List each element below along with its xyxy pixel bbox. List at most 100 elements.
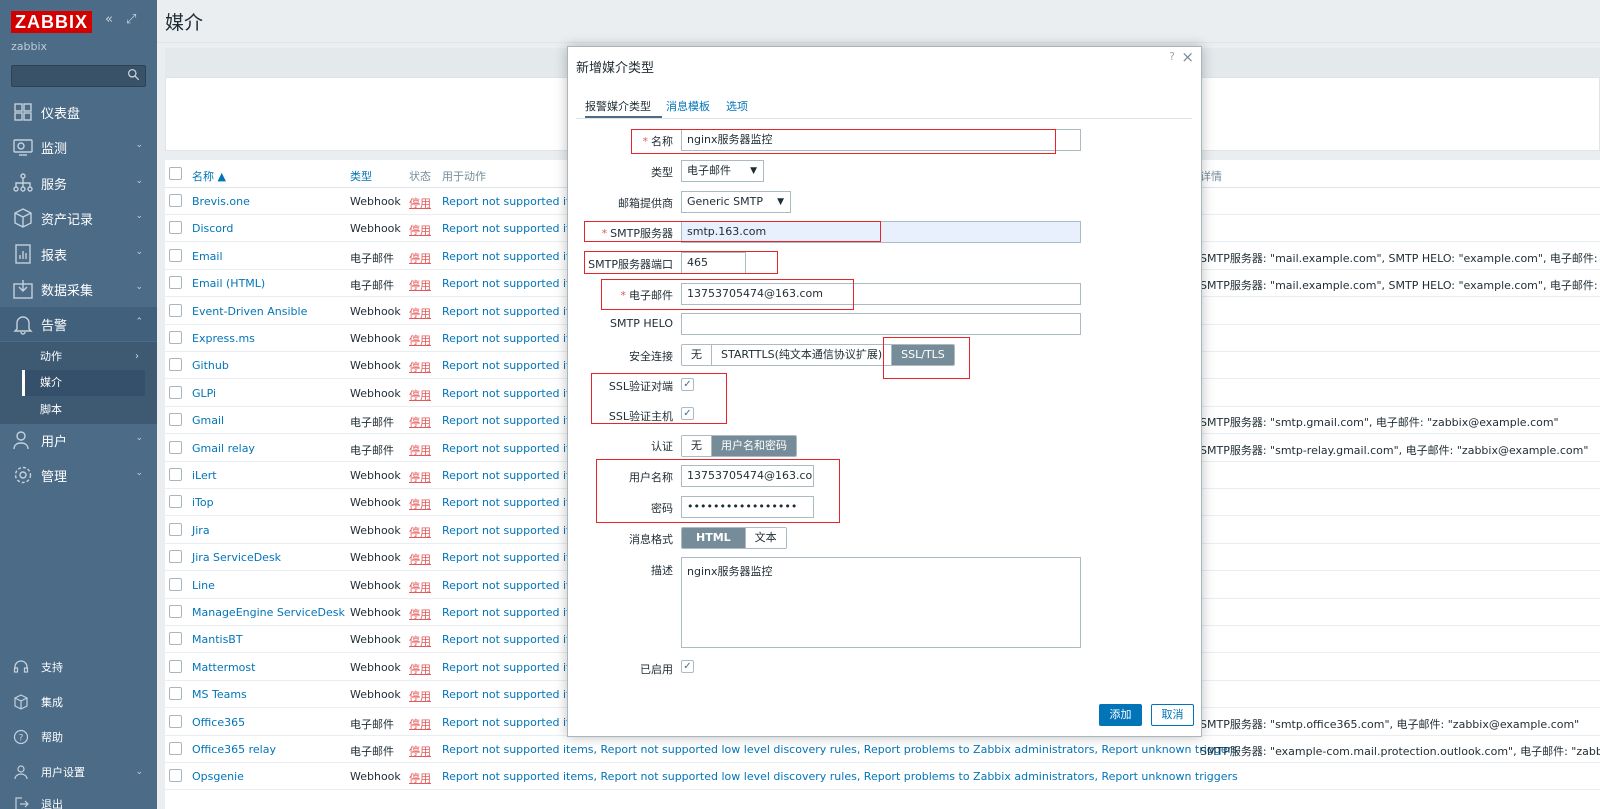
row-checkbox[interactable] — [169, 550, 182, 564]
row-checkbox[interactable] — [169, 522, 182, 536]
status-link[interactable]: 停用 — [409, 688, 431, 704]
add-button[interactable]: 添加 — [1099, 704, 1142, 726]
status-link[interactable]: 停用 — [409, 579, 431, 595]
tab-options[interactable]: 选项 — [726, 98, 748, 114]
menu-reports[interactable]: 报表 ⌄ — [0, 237, 157, 271]
row-checkbox[interactable] — [169, 358, 182, 372]
cancel-button[interactable]: 取消 — [1151, 704, 1194, 726]
actions-link[interactable]: Report not supported item — [442, 716, 588, 729]
row-checkbox[interactable] — [169, 742, 182, 755]
status-link[interactable]: 停用 — [409, 277, 431, 293]
help-icon[interactable]: ? — [1169, 50, 1175, 63]
status-link[interactable]: 停用 — [409, 222, 431, 238]
actions-link[interactable]: Report not supported item — [442, 277, 588, 290]
row-checkbox[interactable] — [169, 714, 182, 728]
column-header-type[interactable]: 类型 — [350, 168, 372, 184]
sidebar-search-input[interactable] — [11, 65, 146, 87]
row-checkbox[interactable] — [169, 303, 182, 317]
media-name-link[interactable]: Mattermost — [192, 661, 255, 674]
row-checkbox[interactable] — [169, 769, 182, 783]
enabled-checkbox[interactable]: ✓ — [681, 660, 694, 673]
row-checkbox[interactable] — [169, 194, 182, 207]
zabbix-logo[interactable]: ZABBIX — [11, 11, 92, 33]
media-name-link[interactable]: Email — [192, 250, 223, 263]
media-name-link[interactable]: ManageEngine ServiceDesk — [192, 606, 345, 619]
media-name-link[interactable]: GLPi — [192, 387, 216, 400]
auth-option-username-password[interactable]: 用户名和密码 — [712, 436, 796, 456]
actions-link[interactable]: Report not supported item — [442, 222, 588, 235]
media-name-link[interactable]: iTop — [192, 496, 214, 509]
actions-link[interactable]: Report not supported item — [442, 579, 588, 592]
media-name-link[interactable]: Discord — [192, 222, 233, 235]
menu-services[interactable]: 服务 ⌄ — [0, 166, 157, 200]
status-link[interactable]: 停用 — [409, 661, 431, 677]
status-link[interactable]: 停用 — [409, 414, 431, 430]
actions-link[interactable]: Report not supported item — [442, 688, 588, 701]
actions-link[interactable]: Report not supported item — [442, 496, 588, 509]
menu-users[interactable]: 用户 ⌄ — [0, 423, 157, 457]
security-option-none[interactable]: 无 — [682, 345, 712, 365]
media-name-link[interactable]: Event-Driven Ansible — [192, 305, 307, 318]
media-name-link[interactable]: Jira ServiceDesk — [192, 551, 281, 564]
security-option-starttls[interactable]: STARTTLS(纯文本通信协议扩展) — [712, 345, 893, 365]
actions-link[interactable]: Report not supported item — [442, 606, 588, 619]
row-checkbox[interactable] — [169, 468, 182, 481]
media-name-link[interactable]: Express.ms — [192, 332, 255, 345]
status-link[interactable]: 停用 — [409, 442, 431, 458]
media-name-link[interactable]: MantisBT — [192, 633, 243, 646]
row-checkbox[interactable] — [169, 577, 182, 591]
row-checkbox[interactable] — [169, 276, 182, 290]
menu-monitoring[interactable]: 监测 ⌄ — [0, 130, 157, 164]
type-select[interactable]: 电子邮件 ▼ — [681, 160, 764, 182]
actions-link[interactable]: Report not supported items, Report not s… — [442, 770, 1238, 783]
media-name-link[interactable]: MS Teams — [192, 688, 247, 701]
row-checkbox[interactable] — [169, 221, 182, 235]
provider-select[interactable]: Generic SMTP ▼ — [681, 191, 791, 213]
row-checkbox[interactable] — [169, 413, 182, 427]
actions-link[interactable]: Report not supported items, Report not s… — [442, 743, 1238, 756]
submenu-scripts[interactable]: 脚本 — [22, 397, 145, 423]
media-name-link[interactable]: Jira — [192, 524, 210, 537]
status-link[interactable]: 停用 — [409, 332, 431, 348]
row-checkbox[interactable] — [169, 659, 182, 673]
media-name-link[interactable]: Office365 relay — [192, 743, 276, 756]
row-checkbox[interactable] — [169, 495, 182, 509]
row-checkbox[interactable] — [169, 687, 182, 701]
status-link[interactable]: 停用 — [409, 716, 431, 732]
actions-link[interactable]: Report not supported item — [442, 633, 588, 646]
auth-option-none[interactable]: 无 — [682, 436, 712, 456]
status-link[interactable]: 停用 — [409, 606, 431, 622]
search-icon[interactable] — [127, 68, 140, 81]
row-checkbox[interactable] — [169, 632, 182, 646]
status-link[interactable]: 停用 — [409, 469, 431, 485]
menu-dashboard[interactable]: 仪表盘 — [0, 95, 157, 129]
menu-alerts[interactable]: 告警 ⌃ — [0, 307, 157, 341]
actions-link[interactable]: Report not supported item — [442, 661, 588, 674]
row-checkbox[interactable] — [169, 385, 182, 399]
media-name-link[interactable]: Office365 — [192, 716, 245, 729]
menu-integrations[interactable]: 集成 — [0, 687, 157, 717]
media-name-link[interactable]: Email (HTML) — [192, 277, 265, 290]
menu-inventory[interactable]: 资产记录 ⌄ — [0, 201, 157, 235]
media-name-link[interactable]: Brevis.one — [192, 195, 250, 208]
actions-link[interactable]: Report not supported item — [442, 305, 588, 318]
menu-support[interactable]: 支持 — [0, 652, 157, 682]
actions-link[interactable]: Report not supported item — [442, 359, 588, 372]
status-link[interactable]: 停用 — [409, 524, 431, 540]
status-link[interactable]: 停用 — [409, 305, 431, 321]
menu-user-settings[interactable]: 用户设置 ⌄ — [0, 757, 157, 787]
description-textarea[interactable]: nginx服务器监控 — [681, 557, 1081, 648]
media-name-link[interactable]: Gmail — [192, 414, 224, 427]
status-link[interactable]: 停用 — [409, 195, 431, 211]
format-option-html[interactable]: HTML — [682, 528, 746, 548]
actions-link[interactable]: Report not supported item — [442, 195, 588, 208]
status-link[interactable]: 停用 — [409, 743, 431, 759]
menu-help[interactable]: ? 帮助 — [0, 722, 157, 752]
collapse-sidebar-icon[interactable]: « — [105, 12, 113, 27]
submenu-media[interactable]: 媒介 — [22, 370, 145, 396]
actions-link[interactable]: Report not supported item — [442, 414, 588, 427]
tab-media-type[interactable]: 报警媒介类型 — [585, 98, 651, 114]
format-option-text[interactable]: 文本 — [745, 528, 786, 548]
status-link[interactable]: 停用 — [409, 250, 431, 266]
menu-logout[interactable]: 退出 — [0, 789, 157, 809]
